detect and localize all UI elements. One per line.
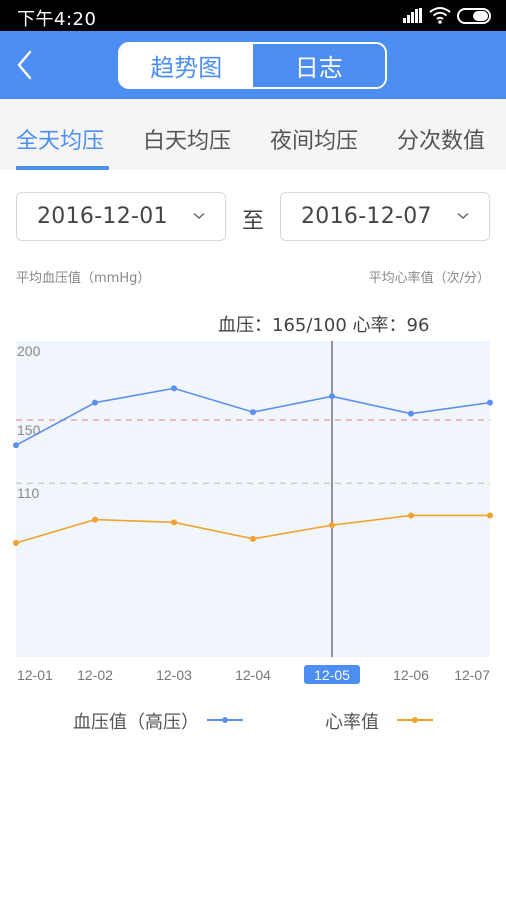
- chevron-down-icon: [193, 212, 205, 219]
- back-button[interactable]: [10, 45, 40, 85]
- y-tick-label: 150: [17, 422, 41, 438]
- app-header: 趋势图 日志: [0, 31, 506, 99]
- view-segmented-control: 趋势图 日志: [118, 42, 387, 89]
- x-tick-label[interactable]: 12-01: [17, 667, 53, 683]
- segment-trend-chart[interactable]: 趋势图: [120, 44, 253, 87]
- battery-icon: [457, 8, 491, 24]
- date-range-separator: 至: [242, 209, 265, 234]
- y-tick-label: 200: [17, 343, 41, 359]
- plot-area: [16, 341, 490, 657]
- data-point-bp[interactable]: [487, 399, 493, 406]
- data-point-hr[interactable]: [329, 522, 335, 529]
- chevron-down-icon: [457, 212, 469, 219]
- tab-bar: 全天均压 白天均压 夜间均压 分次数值: [0, 99, 506, 170]
- data-point-hr[interactable]: [250, 535, 256, 542]
- data-point-bp[interactable]: [329, 393, 335, 400]
- start-date-picker[interactable]: 2016-12-01: [16, 192, 226, 241]
- end-date-picker[interactable]: 2016-12-07: [280, 192, 490, 241]
- trend-chart[interactable]: 200 150 110 12-01 12-02 12-03 12-04 12-05 12-06 1…: [0, 330, 506, 695]
- wifi-icon: [429, 7, 451, 24]
- x-tick-label[interactable]: 12-07: [454, 667, 490, 683]
- x-tick-label[interactable]: 12-04: [235, 667, 271, 683]
- data-point-hr[interactable]: [171, 519, 177, 526]
- legend-hr-line-icon: [397, 717, 433, 723]
- x-tick-label[interactable]: 12-03: [156, 667, 192, 683]
- x-tick-label[interactable]: 12-02: [77, 667, 113, 683]
- data-point-bp[interactable]: [250, 409, 256, 416]
- data-point-hr[interactable]: [487, 512, 493, 519]
- data-point-bp[interactable]: [13, 442, 19, 449]
- segment-log[interactable]: 日志: [252, 44, 385, 87]
- end-date-value: 2016-12-07: [301, 204, 432, 229]
- start-date-value: 2016-12-01: [37, 204, 168, 229]
- legend-hr-dot: [412, 717, 418, 723]
- legend-label-hr: 心率值: [325, 712, 379, 733]
- tab-all-day-average[interactable]: 全天均压: [16, 123, 104, 155]
- data-point-hr[interactable]: [408, 512, 414, 519]
- legend-label-bp: 血压值（高压）: [73, 712, 199, 733]
- status-time: 下午4:20: [17, 9, 97, 30]
- active-tab-indicator: [16, 166, 109, 170]
- legend-bp-line-icon: [207, 717, 243, 723]
- data-point-hr[interactable]: [13, 539, 19, 546]
- tab-night-average[interactable]: 夜间均压: [270, 123, 358, 155]
- x-tick-label[interactable]: 12-05: [314, 667, 350, 683]
- left-axis-title: 平均血压值（mmHg）: [16, 271, 151, 286]
- chevron-left-icon: [17, 50, 32, 80]
- tab-individual-readings[interactable]: 分次数值: [397, 123, 485, 155]
- data-point-bp[interactable]: [92, 399, 98, 406]
- status-bar: 下午4:20: [0, 0, 506, 31]
- right-axis-title: 平均心率值（次/分）: [368, 271, 490, 286]
- data-point-bp[interactable]: [171, 385, 177, 392]
- tab-daytime-average[interactable]: 白天均压: [143, 123, 231, 155]
- y-tick-label: 110: [17, 485, 40, 501]
- data-point-bp[interactable]: [408, 410, 414, 417]
- legend-bp-dot: [222, 717, 228, 723]
- x-tick-label[interactable]: 12-06: [393, 667, 429, 683]
- signal-icon: [403, 8, 423, 23]
- data-point-hr[interactable]: [92, 516, 98, 523]
